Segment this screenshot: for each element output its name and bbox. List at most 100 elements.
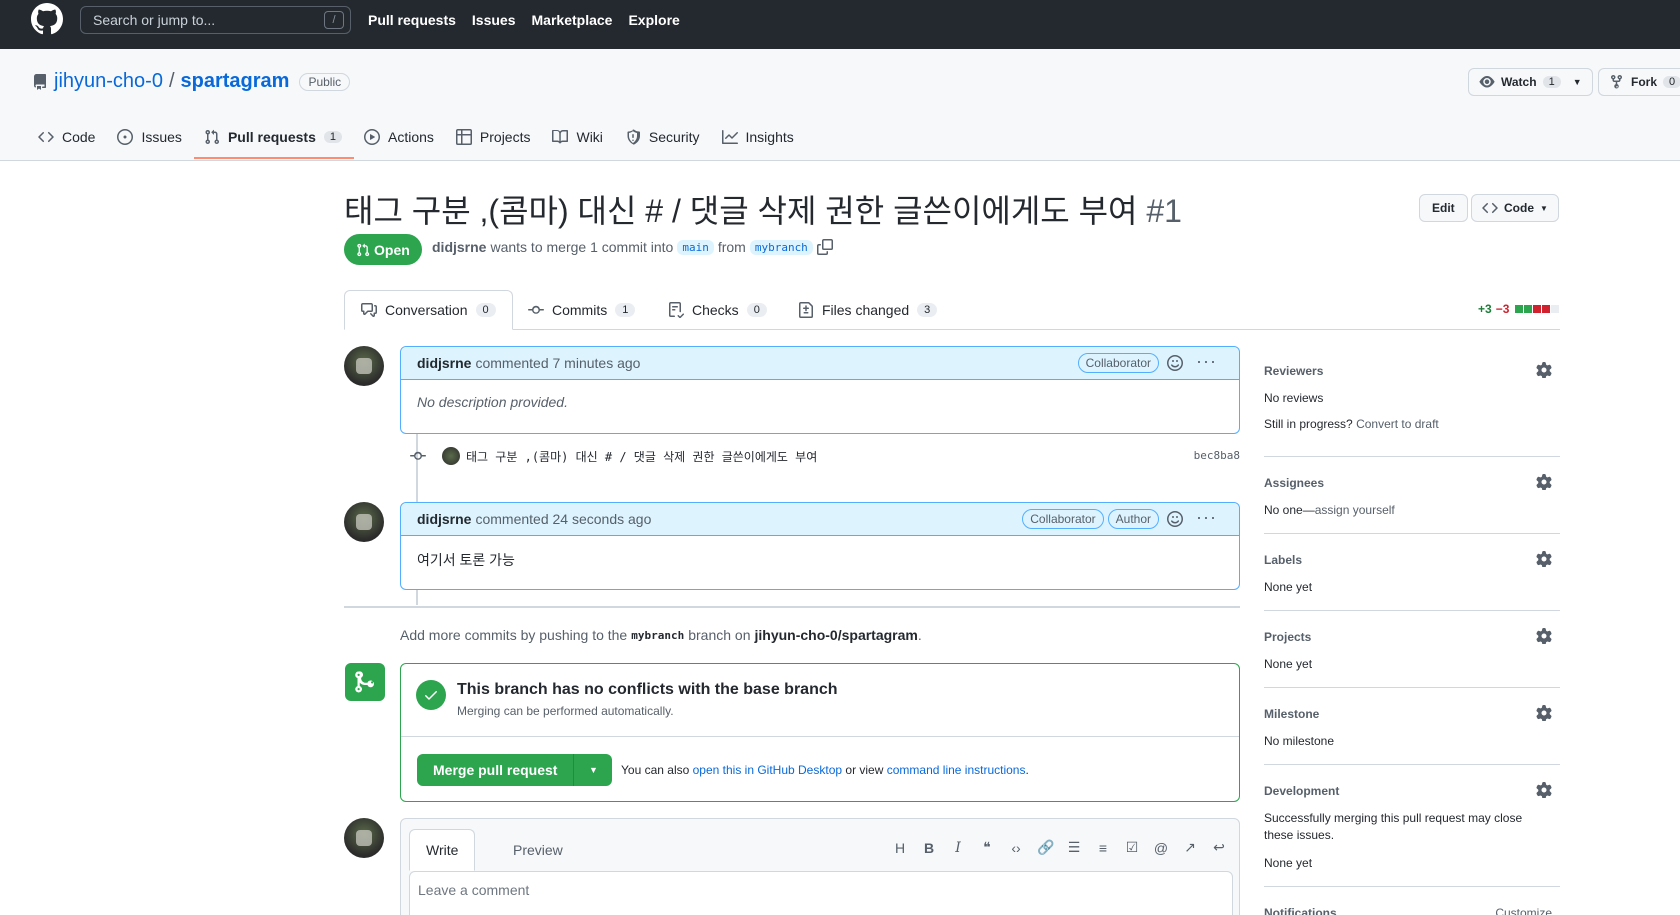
assign-yourself-link[interactable]: assign yourself [1315, 503, 1395, 517]
link-icon[interactable]: 🔗 [1037, 839, 1054, 856]
cross-reference-icon[interactable]: ↗ [1182, 839, 1198, 856]
nav-pull-requests[interactable]: Pull requests [368, 12, 456, 28]
eye-icon [1479, 74, 1495, 90]
tab-issues[interactable]: Issues [117, 129, 182, 145]
convert-to-draft-link[interactable]: Convert to draft [1356, 417, 1439, 431]
assignees-title[interactable]: Assignees [1264, 476, 1324, 490]
tab-actions-label: Actions [387, 129, 434, 145]
pr-author-link[interactable]: didjsrne [432, 239, 486, 255]
gear-icon[interactable] [1536, 705, 1552, 721]
gear-icon[interactable] [1536, 628, 1552, 644]
code-icon[interactable]: ‹› [1008, 840, 1024, 856]
repo-owner-link[interactable]: jihyun-cho-0 [54, 70, 163, 93]
kebab-horizontal-icon[interactable]: ··· [1196, 351, 1217, 372]
milestone-title[interactable]: Milestone [1264, 707, 1319, 721]
watch-button[interactable]: Watch 1 ▼ [1468, 68, 1593, 96]
comment-time[interactable]: commented 24 seconds ago [475, 511, 651, 527]
italic-icon[interactable]: I [950, 840, 966, 856]
tab-projects[interactable]: Projects [455, 129, 530, 145]
fork-button[interactable]: Fork 0 [1598, 68, 1680, 96]
reviewers-value: No reviews [1264, 391, 1324, 405]
development-title[interactable]: Development [1264, 784, 1339, 798]
watch-label: Watch [1501, 75, 1537, 89]
labels-title[interactable]: Labels [1264, 553, 1302, 567]
push-note-repo-link[interactable]: jihyun-cho-0/spartagram [755, 627, 918, 643]
github-logo-icon[interactable] [31, 3, 63, 35]
bold-icon[interactable]: B [921, 840, 937, 856]
assignees-value: No one—assign yourself [1264, 503, 1395, 517]
gear-icon[interactable] [1536, 782, 1552, 798]
preview-tab[interactable]: Preview [497, 829, 579, 871]
sidebar-projects: Projects None yet [1264, 628, 1560, 688]
visibility-badge: Public [299, 72, 351, 91]
nav-issues[interactable]: Issues [472, 12, 516, 28]
reply-icon[interactable]: ↩ [1211, 839, 1227, 856]
smiley-icon[interactable] [1167, 511, 1183, 527]
commit-sha-link[interactable]: bec8ba8 [1194, 449, 1240, 462]
tab-security[interactable]: Security [625, 129, 700, 145]
code-icon [38, 129, 54, 145]
sidebar-reviewers: Reviewers No reviews Still in progress? … [1264, 362, 1560, 457]
reviewers-title[interactable]: Reviewers [1264, 364, 1323, 378]
ordered-list-icon[interactable]: ≡ [1095, 840, 1111, 856]
tab-wiki[interactable]: Wiki [552, 129, 603, 145]
git-pull-request-icon [204, 129, 220, 145]
smiley-icon[interactable] [1167, 355, 1183, 371]
tab-conversation[interactable]: Conversation 0 [344, 290, 513, 330]
gear-icon[interactable] [1536, 362, 1552, 378]
kebab-horizontal-icon[interactable]: ··· [1196, 507, 1217, 528]
diffstat-bar [1515, 305, 1560, 313]
comment-textarea[interactable]: Leave a comment [409, 871, 1233, 915]
open-github-desktop-link[interactable]: open this in GitHub Desktop [693, 763, 842, 777]
tab-code[interactable]: Code [38, 129, 95, 145]
tab-commits[interactable]: Commits 1 [528, 290, 636, 330]
repo-name-link[interactable]: spartagram [181, 70, 290, 93]
base-branch[interactable]: main [677, 239, 714, 255]
tab-files-changed[interactable]: Files changed 3 [798, 290, 938, 330]
tab-code-label: Code [62, 129, 96, 145]
git-commit-icon [410, 448, 426, 464]
pr-state-badge: Open [344, 234, 422, 265]
customize-link[interactable]: Customize [1495, 906, 1552, 915]
merge-box: This branch has no conflicts with the ba… [400, 663, 1240, 802]
comment-author-link[interactable]: didjsrne [417, 355, 471, 371]
search-shortcut-key: / [324, 11, 344, 29]
tab-actions[interactable]: Actions [363, 129, 434, 145]
gear-icon[interactable] [1536, 474, 1552, 490]
comment-time[interactable]: commented 7 minutes ago [475, 355, 640, 371]
search-input[interactable]: Search or jump to... / [80, 6, 351, 34]
git-commit-icon [528, 302, 544, 318]
tab-pull-requests[interactable]: Pull requests 1 [193, 129, 355, 159]
head-branch[interactable]: mybranch [749, 239, 813, 255]
unordered-list-icon[interactable]: ☰ [1066, 839, 1082, 856]
sidebar-development: Development Successfully merging this pu… [1264, 782, 1560, 887]
fork-icon [1609, 74, 1625, 90]
avatar[interactable] [344, 346, 384, 386]
edit-button[interactable]: Edit [1419, 194, 1468, 222]
projects-title[interactable]: Projects [1264, 630, 1311, 644]
code-dropdown-button[interactable]: Code ▼ [1471, 194, 1559, 222]
merge-button-group: Merge pull request ▼ [417, 754, 613, 786]
nav-explore[interactable]: Explore [628, 12, 679, 28]
heading-icon[interactable]: H [892, 840, 908, 856]
tab-checks[interactable]: Checks 0 [668, 290, 767, 330]
avatar[interactable] [344, 502, 384, 542]
quote-icon[interactable]: ❝ [979, 839, 995, 856]
tab-insights[interactable]: Insights [721, 129, 794, 145]
command-line-instructions-link[interactable]: command line instructions [887, 763, 1026, 777]
commit-message-link[interactable]: 태그 구분 ,(콤마) 대신 # / 댓글 삭제 권한 글쓴이에게도 부여 [466, 448, 817, 465]
copy-icon[interactable] [816, 239, 833, 255]
pr-number: #1 [1146, 193, 1182, 229]
nav-marketplace[interactable]: Marketplace [532, 12, 613, 28]
git-pull-request-icon [356, 243, 370, 257]
merge-pull-request-button[interactable]: Merge pull request [417, 754, 575, 786]
mention-icon[interactable]: @ [1153, 840, 1169, 856]
gear-icon[interactable] [1536, 551, 1552, 567]
merge-method-dropdown[interactable]: ▼ [574, 754, 613, 786]
tasklist-icon[interactable]: ☑ [1124, 839, 1140, 856]
write-tab[interactable]: Write [409, 829, 476, 871]
avatar[interactable] [344, 818, 384, 858]
push-note-suffix: . [917, 627, 922, 643]
comment-author-link[interactable]: didjsrne [417, 511, 471, 527]
avatar[interactable] [442, 447, 460, 465]
